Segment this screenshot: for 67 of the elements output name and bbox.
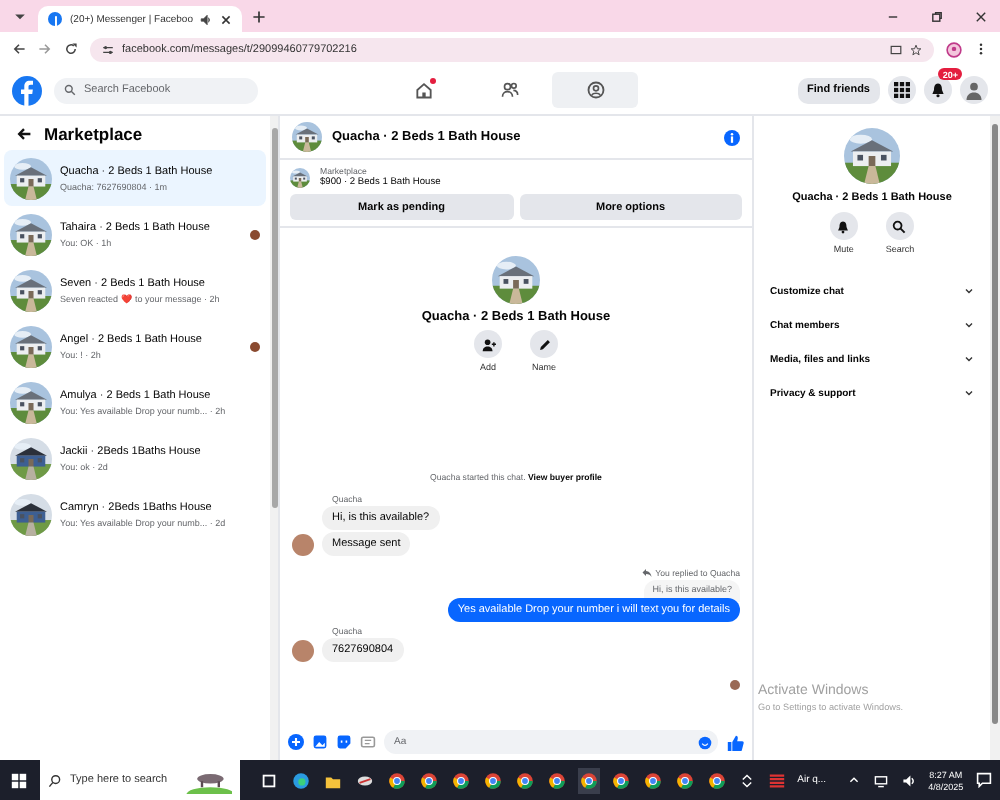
chevron-down-icon xyxy=(964,354,974,364)
search-icon xyxy=(892,219,907,233)
chrome-icon[interactable] xyxy=(385,767,408,793)
new-tab-icon[interactable] xyxy=(252,9,267,23)
restore-icon[interactable] xyxy=(930,9,944,23)
forward-icon[interactable] xyxy=(38,42,52,56)
thumbs-up-icon[interactable] xyxy=(726,733,744,751)
profile-icon[interactable] xyxy=(946,41,962,57)
facebook-logo[interactable] xyxy=(12,75,42,105)
gif-icon[interactable] xyxy=(360,734,376,750)
chrome-icon[interactable] xyxy=(673,767,696,793)
action-button[interactable] xyxy=(474,330,502,358)
facebook-icon xyxy=(48,12,62,26)
home-icon xyxy=(413,80,433,100)
chrome-icon[interactable] xyxy=(609,767,632,793)
star-icon[interactable] xyxy=(910,43,922,55)
page-scrollbar[interactable] xyxy=(990,116,1000,760)
close-icon[interactable] xyxy=(974,9,988,23)
pencil-icon xyxy=(537,337,551,351)
menu-button[interactable] xyxy=(888,76,916,104)
chrome-icon[interactable] xyxy=(417,767,440,793)
emoji-icon[interactable] xyxy=(698,735,712,749)
add-person-icon xyxy=(481,337,495,351)
image-icon[interactable] xyxy=(312,734,328,750)
notifications-button[interactable] xyxy=(924,76,952,104)
plus-icon[interactable] xyxy=(288,734,304,750)
chrome-icon[interactable] xyxy=(705,767,728,793)
nav-tab[interactable] xyxy=(552,72,638,108)
site-settings-icon[interactable] xyxy=(102,43,114,55)
people-icon xyxy=(499,80,519,100)
cast-icon[interactable] xyxy=(890,43,902,55)
bell-icon xyxy=(836,219,851,233)
action-button[interactable] xyxy=(885,212,914,240)
chrome-icon[interactable] xyxy=(545,767,568,793)
read-receipt xyxy=(730,680,740,690)
chevron-down-icon xyxy=(964,286,974,296)
bell-icon xyxy=(930,82,946,98)
chrome-icon[interactable] xyxy=(481,767,504,793)
reply-icon xyxy=(641,568,652,578)
edge-icon[interactable] xyxy=(289,767,312,793)
sticker-icon[interactable] xyxy=(336,734,352,750)
search-icon xyxy=(48,773,62,787)
scroll-arrows-icon[interactable] xyxy=(737,769,756,791)
chrome-icon[interactable] xyxy=(641,767,664,793)
group-icon xyxy=(585,80,605,100)
chevron-down-icon xyxy=(964,388,974,398)
scrollbar[interactable] xyxy=(270,116,278,760)
grid-icon xyxy=(894,82,910,98)
person-icon xyxy=(964,80,984,100)
action-button[interactable] xyxy=(530,330,558,358)
close-icon[interactable] xyxy=(220,13,233,25)
account-button[interactable] xyxy=(960,76,988,104)
sidebar-title: Marketplace xyxy=(44,123,143,143)
search-icon xyxy=(64,84,76,96)
reload-icon[interactable] xyxy=(64,42,78,56)
info-icon[interactable] xyxy=(724,129,740,145)
chrome-icon[interactable] xyxy=(449,767,472,793)
tab-list-icon[interactable] xyxy=(12,8,28,24)
speaker-icon[interactable] xyxy=(200,13,213,25)
chevron-down-icon xyxy=(964,320,974,330)
notification-center-icon[interactable] xyxy=(973,768,994,792)
chrome-icon[interactable] xyxy=(513,767,536,793)
action-button[interactable] xyxy=(829,212,858,240)
chrome-icon[interactable] xyxy=(577,767,600,793)
back-icon[interactable] xyxy=(12,42,26,56)
back-icon[interactable] xyxy=(16,125,32,141)
menu-icon[interactable] xyxy=(974,42,988,56)
